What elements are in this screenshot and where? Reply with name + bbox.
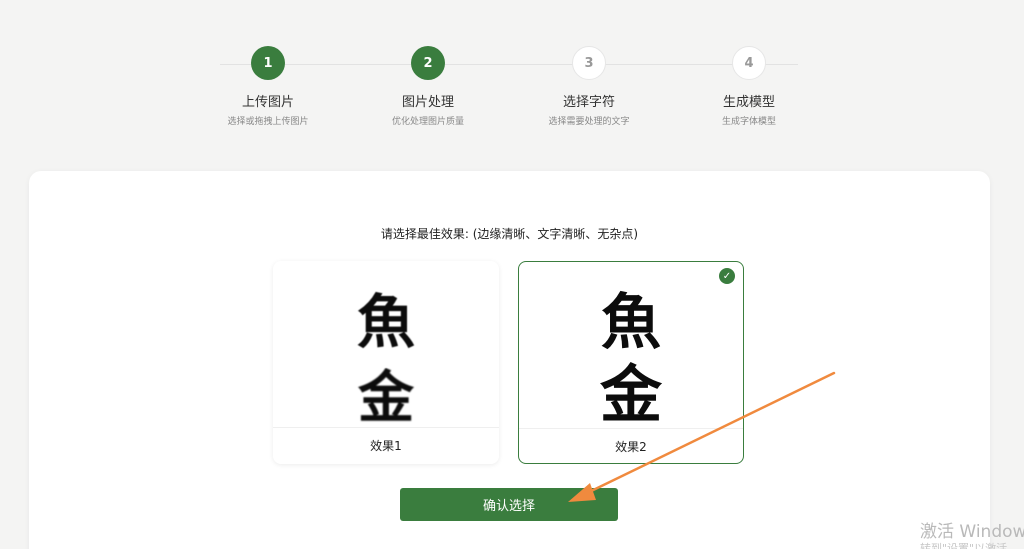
effect-option-label: 效果2 <box>615 440 647 454</box>
effect-option-1[interactable]: 魚 金 效果1 <box>273 261 499 464</box>
effect-option-label: 效果1 <box>370 439 402 453</box>
step-title: 选择字符 <box>562 95 615 110</box>
step-number-badge: 4 <box>732 46 766 80</box>
selection-card: 请选择最佳效果: (边缘清晰、文字清晰、无杂点) 魚 金 效果1 ✓ 魚 金 效… <box>29 171 990 549</box>
step-title: 上传图片 <box>241 95 294 110</box>
effect-option-2[interactable]: ✓ 魚 金 效果2 <box>518 261 744 464</box>
step-generate-model: 4 生成模型 生成字体模型 <box>669 46 829 127</box>
step-subtitle: 选择或拖拽上传图片 <box>227 117 309 127</box>
step-upload: 1 上传图片 选择或拖拽上传图片 <box>188 46 348 127</box>
step-number-badge: 3 <box>572 46 606 80</box>
step-title: 图片处理 <box>401 95 454 110</box>
step-number-badge: 1 <box>251 46 285 80</box>
effect-preview-image: 魚 金 <box>273 261 499 431</box>
windows-activation-watermark: 激活 Window <box>920 522 1024 542</box>
step-subtitle: 优化处理图片质量 <box>391 117 464 127</box>
option-divider <box>519 428 743 429</box>
windows-activation-hint: 转到"设置"以激活 <box>920 542 1008 549</box>
selection-prompt: 请选择最佳效果: (边缘清晰、文字清晰、无杂点) <box>380 227 639 241</box>
progress-stepper: 1 上传图片 选择或拖拽上传图片 2 图片处理 优化处理图片质量 3 选择字符 … <box>0 0 1024 140</box>
step-subtitle: 选择需要处理的文字 <box>548 117 630 127</box>
step-number-badge: 2 <box>411 46 445 80</box>
step-process: 2 图片处理 优化处理图片质量 <box>348 46 508 127</box>
confirm-selection-button[interactable]: 确认选择 <box>400 488 618 521</box>
glyph-top: 魚 <box>356 288 415 356</box>
step-select-characters: 3 选择字符 选择需要处理的文字 <box>509 46 669 127</box>
option-divider <box>273 427 499 428</box>
step-title: 生成模型 <box>722 95 775 110</box>
glyph-bottom: 金 <box>599 358 662 431</box>
step-subtitle: 生成字体模型 <box>721 117 776 127</box>
glyph-bottom: 金 <box>358 365 414 431</box>
effect-preview-image: 魚 金 <box>519 262 743 431</box>
